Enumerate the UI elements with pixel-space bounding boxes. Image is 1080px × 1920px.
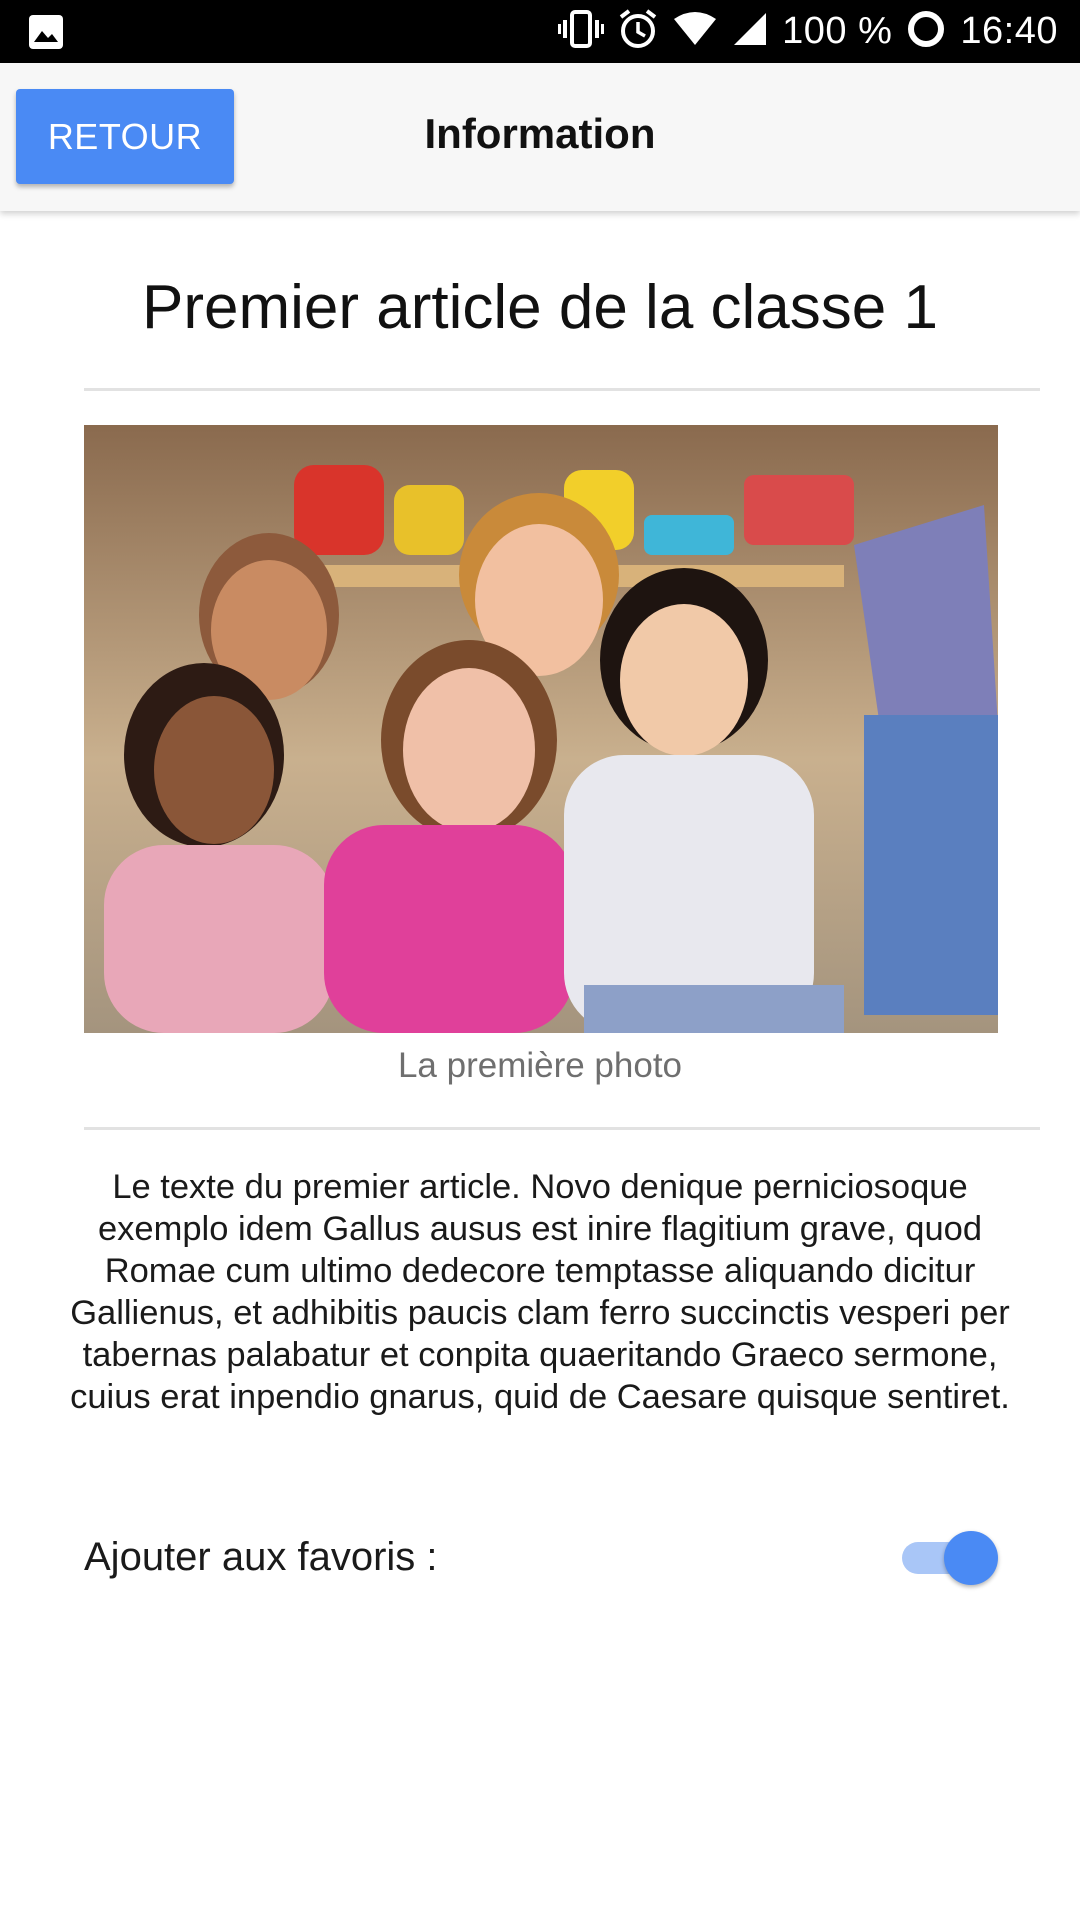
article-body: Le texte du premier article. Novo deniqu…: [70, 1168, 1010, 1416]
toggle-thumb: [944, 1531, 998, 1585]
battery-icon: [906, 9, 946, 54]
wifi-icon: [672, 11, 718, 52]
battery-percent: 100 %: [782, 10, 893, 52]
photo-caption: La première photo: [397, 1046, 683, 1085]
status-bar: 100 % 16:40: [0, 0, 1080, 63]
clock: 16:40: [960, 10, 1058, 52]
title-divider: [84, 388, 1040, 391]
page-title: Information: [424, 110, 656, 157]
signal-icon: [732, 11, 768, 52]
article-title: Premier article de la classe 1: [142, 273, 938, 342]
app-bar: RETOUR Information: [0, 63, 1080, 211]
vibrate-icon: [558, 9, 605, 54]
caption-divider: [84, 1127, 1040, 1130]
favorite-label: Ajouter aux favoris :: [84, 1535, 438, 1579]
gallery-icon: [28, 14, 64, 55]
alarm-icon: [618, 8, 658, 55]
article-photo: [84, 425, 998, 1033]
favorite-toggle[interactable]: [900, 1529, 1000, 1587]
